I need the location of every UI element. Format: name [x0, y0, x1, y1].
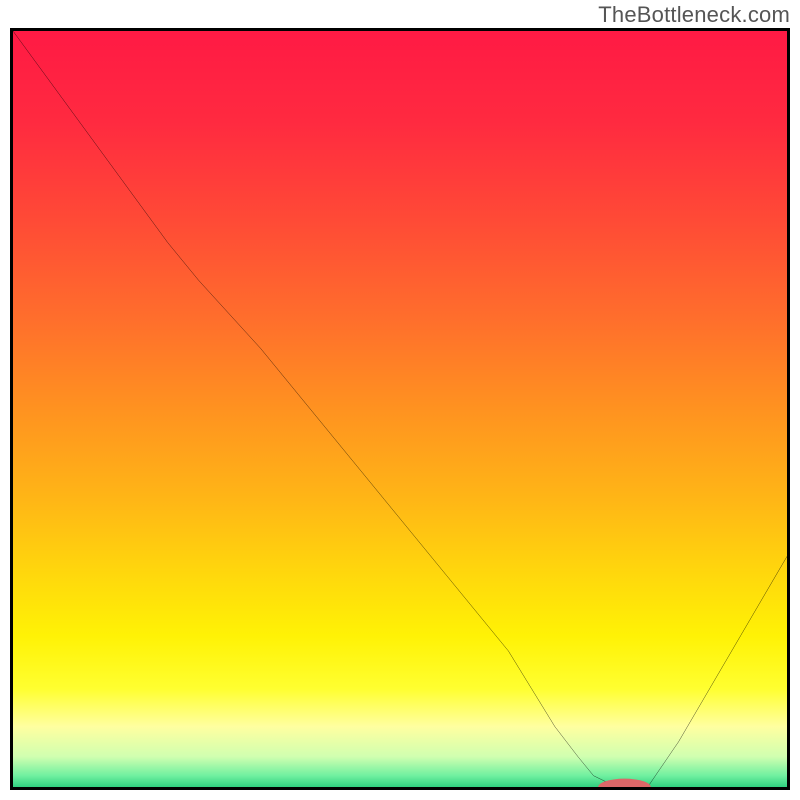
plot-svg: [13, 31, 787, 787]
plot-frame: [10, 28, 790, 790]
gradient-background: [13, 31, 787, 787]
watermark-text: TheBottleneck.com: [598, 2, 790, 28]
chart-container: TheBottleneck.com: [0, 0, 800, 800]
